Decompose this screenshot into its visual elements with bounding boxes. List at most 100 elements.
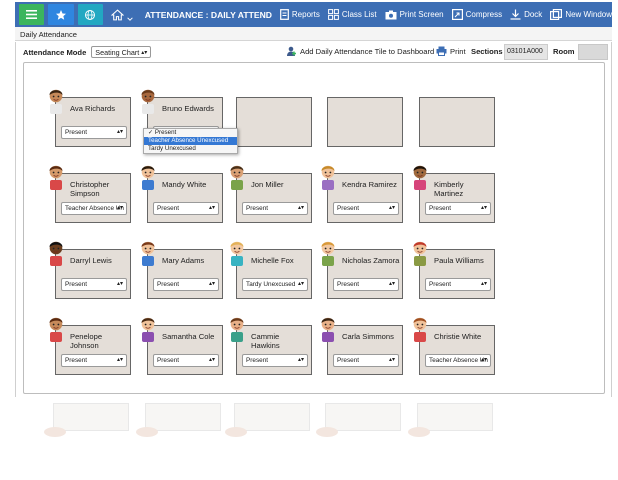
dropdown-option[interactable]: ✓ Present	[144, 129, 237, 137]
favorites-button[interactable]	[48, 4, 74, 25]
student-name: Cammie Hawkins	[251, 332, 280, 350]
attendance-status-value: Present	[65, 357, 88, 364]
attendance-status-select[interactable]: Present ▴▾	[242, 354, 308, 367]
print-screen-label: Print Screen	[399, 10, 444, 19]
attendance-status-select[interactable]: Present ▴▾	[425, 278, 491, 291]
student-seat[interactable]: Samantha Cole Present ▴▾	[141, 317, 223, 375]
star-icon	[55, 9, 66, 20]
attendance-status-value: Present	[246, 357, 269, 364]
student-avatar	[141, 89, 155, 114]
student-avatar	[141, 241, 155, 266]
student-avatar	[413, 241, 427, 266]
student-seat[interactable]: Michelle Fox Tardy Unexcused ▴▾	[230, 241, 312, 299]
class-list-button[interactable]: Class List	[328, 9, 377, 20]
student-name: Mary Adams	[162, 256, 205, 265]
attendance-status-select[interactable]: Teacher Absence Un ▴▾	[425, 354, 491, 367]
attendance-status-select[interactable]: Present ▴▾	[153, 202, 219, 215]
attendance-status-select[interactable]: Teacher Absence Un ▴▾	[61, 202, 127, 215]
attendance-status-select[interactable]: Present ▴▾	[61, 278, 127, 291]
attendance-status-value: Tardy Unexcused	[246, 281, 296, 288]
attendance-status-value: Present	[337, 281, 360, 288]
student-seat[interactable]: Christopher Simpson Teacher Absence Un ▴▾	[49, 165, 131, 223]
student-seat[interactable]: Penelope Johnson Present ▴▾	[49, 317, 131, 375]
attendance-mode-label: Attendance Mode	[23, 47, 87, 57]
dropdown-option[interactable]: Teacher Absence Unexcused	[144, 137, 237, 145]
attendance-status-select[interactable]: Present ▴▾	[333, 354, 399, 367]
select-arrows-icon: ▴▾	[480, 357, 487, 363]
print-button[interactable]: Print	[436, 46, 466, 56]
attendance-status-select[interactable]: Present ▴▾	[153, 278, 219, 291]
add-tile-button[interactable]: Add Daily Attendance Tile to Dashboard	[286, 46, 434, 57]
student-name: Christopher Simpson	[70, 180, 110, 198]
student-seat[interactable]: Darryl Lewis Present ▴▾	[49, 241, 131, 299]
home-button[interactable]	[107, 4, 137, 25]
attendance-status-select[interactable]: Present ▴▾	[425, 202, 491, 215]
new-window-button[interactable]: New Window	[550, 9, 612, 20]
student-name: Christie White	[434, 332, 482, 341]
select-arrows-icon: ▴▾	[208, 205, 215, 211]
new-window-icon	[550, 9, 563, 20]
student-avatar	[230, 165, 244, 190]
student-avatar	[49, 165, 63, 190]
student-seat[interactable]: Kimberly Martinez Present ▴▾	[413, 165, 495, 223]
room-field[interactable]	[578, 44, 608, 60]
attendance-status-select[interactable]: Present ▴▾	[61, 126, 127, 139]
select-arrows-icon: ▴▾	[480, 205, 487, 211]
student-seat[interactable]: Cammie Hawkins Present ▴▾	[230, 317, 312, 375]
student-name: Michelle Fox	[251, 256, 294, 265]
reflected-seat	[145, 403, 221, 431]
hamburger-icon	[26, 10, 38, 19]
student-seat[interactable]: Kendra Ramirez Present ▴▾	[321, 165, 403, 223]
attendance-status-select[interactable]: Present ▴▾	[242, 202, 308, 215]
empty-seat	[419, 97, 495, 147]
class-list-label: Class List	[341, 10, 377, 19]
dropdown-option[interactable]: Tardy Unexcused	[144, 145, 237, 153]
attendance-status-select[interactable]: Present ▴▾	[153, 354, 219, 367]
student-name: Mandy White	[162, 180, 207, 189]
compress-label: Compress	[465, 10, 503, 19]
student-seat[interactable]: Mary Adams Present ▴▾	[141, 241, 223, 299]
reflected-seat	[417, 403, 493, 431]
attendance-mode-select[interactable]: Seating Chart ▴▾	[91, 46, 152, 58]
attendance-status-value: Present	[429, 281, 452, 288]
student-seat[interactable]: Ava Richards Present ▴▾	[49, 89, 131, 147]
student-seat[interactable]: Mandy White Present ▴▾	[141, 165, 223, 223]
reports-label: Reports	[291, 10, 320, 19]
student-seat[interactable]: Jon Miller Present ▴▾	[230, 165, 312, 223]
select-arrows-icon: ▴▾	[480, 281, 487, 287]
attendance-status-dropdown[interactable]: ✓ Present Teacher Absence Unexcused Tardy …	[143, 128, 238, 154]
print-screen-button[interactable]: Print Screen	[385, 10, 444, 20]
student-name: Samantha Cole	[162, 332, 215, 341]
attendance-status-select[interactable]: Present ▴▾	[333, 278, 399, 291]
room-label: Room	[553, 47, 575, 56]
sections-field[interactable]: 03101A000	[504, 44, 548, 60]
attendance-status-select[interactable]: Present ▴▾	[61, 354, 127, 367]
reflected-seat	[234, 403, 310, 431]
add-tile-label: Add Daily Attendance Tile to Dashboard	[300, 47, 435, 56]
attendance-status-select[interactable]: Tardy Unexcused ▴▾	[242, 278, 308, 291]
student-seat[interactable]: Carla Simmons Present ▴▾	[321, 317, 403, 375]
student-seat[interactable]: Christie White Teacher Absence Un ▴▾	[413, 317, 495, 375]
student-avatar	[321, 317, 335, 342]
new-window-label: New Window	[565, 10, 612, 19]
student-seat[interactable]: Paula Williams Present ▴▾	[413, 241, 495, 299]
attendance-status-value: Present	[337, 205, 360, 212]
global-button[interactable]	[77, 4, 103, 25]
student-avatar	[413, 165, 427, 190]
student-seat[interactable]: Nicholas Zamora Present ▴▾	[321, 241, 403, 299]
attendance-status-value: Present	[157, 281, 180, 288]
empty-seat	[327, 97, 403, 147]
compress-button[interactable]: Compress	[451, 9, 503, 20]
attendance-status-value: Present	[65, 129, 88, 136]
dock-button[interactable]: Dock	[510, 9, 542, 20]
student-avatar	[413, 317, 427, 342]
attendance-status-select[interactable]: Present ▴▾	[333, 202, 399, 215]
dock-label: Dock	[524, 10, 543, 19]
sections-label: Sections	[471, 47, 503, 56]
menu-button[interactable]	[19, 4, 45, 25]
student-avatar	[321, 241, 335, 266]
attendance-status-value: Present	[246, 205, 269, 212]
student-name: Jon Miller	[251, 180, 284, 189]
reflected-avatar	[408, 427, 430, 437]
reports-button[interactable]: Reports	[279, 9, 320, 20]
